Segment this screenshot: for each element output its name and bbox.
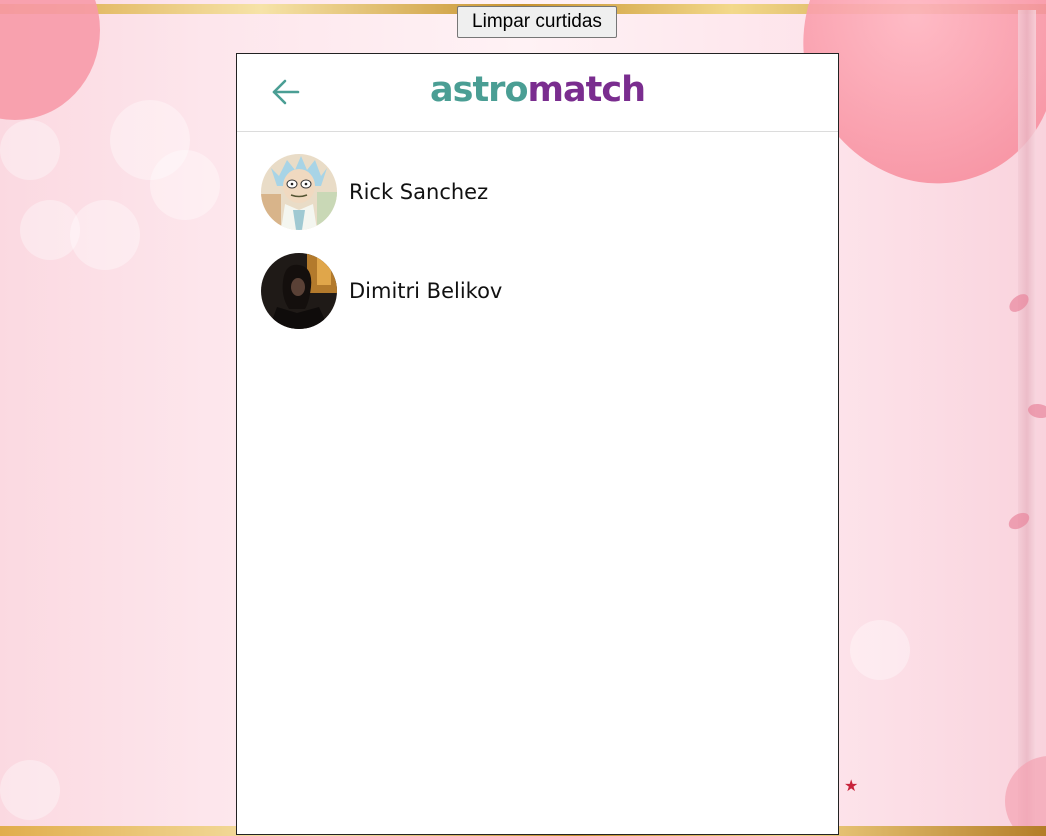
decorative-bokeh	[0, 760, 60, 820]
app-card: astromatch Rick Sanchez Dimitri Belikov	[236, 53, 839, 835]
decorative-blob-bottom-right	[1005, 756, 1046, 836]
match-item-dimitri-belikov[interactable]: Dimitri Belikov	[261, 253, 821, 329]
page-background: ★ Limpar curtidas astromatch Rick Sanche…	[0, 0, 1046, 836]
decorative-bokeh	[850, 620, 910, 680]
decorative-bokeh	[70, 200, 140, 270]
avatar	[261, 253, 337, 329]
avatar	[261, 154, 337, 230]
arrow-left-icon[interactable]	[270, 77, 302, 107]
astromatch-logo: astromatch	[430, 66, 646, 114]
decorative-heart-top-left	[0, 0, 100, 120]
decorative-bokeh	[150, 150, 220, 220]
decorative-frame-right	[1018, 10, 1036, 830]
clear-likes-button[interactable]: Limpar curtidas	[457, 6, 617, 38]
decorative-bokeh	[0, 120, 60, 180]
logo-match-text: match	[527, 70, 646, 110]
app-header: astromatch	[237, 54, 838, 132]
match-name: Dimitri Belikov	[349, 279, 503, 303]
match-item-rick-sanchez[interactable]: Rick Sanchez	[261, 154, 821, 230]
match-name: Rick Sanchez	[349, 180, 489, 204]
logo-astro-text: astro	[430, 70, 528, 110]
decorative-star-icon: ★	[844, 776, 859, 795]
matches-list: Rick Sanchez Dimitri Belikov	[261, 154, 821, 352]
rick-sanchez-avatar-icon	[261, 154, 337, 230]
dimitri-belikov-avatar-icon	[261, 253, 337, 329]
